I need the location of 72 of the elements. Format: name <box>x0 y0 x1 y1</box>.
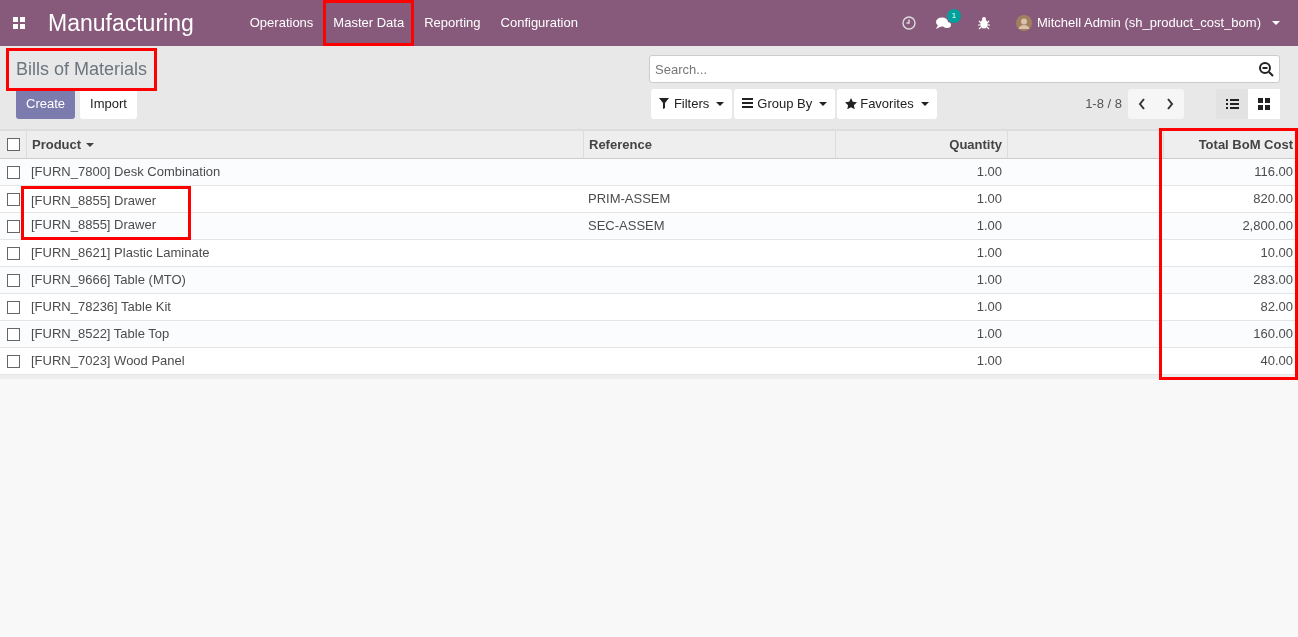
table-cell-text: 1.00 <box>976 298 1002 317</box>
table-cell-text: 1.00 <box>976 325 1002 344</box>
caret-icon <box>819 102 828 106</box>
list-lines-icon <box>742 98 755 110</box>
column-header[interactable]: Reference <box>583 131 835 158</box>
table-cell-text: 1.00 <box>976 244 1002 263</box>
table-cell-text: 82.00 <box>1260 298 1293 317</box>
table-cell-text: [FURN_8621] Plastic Laminate <box>31 244 210 263</box>
kanban-view-button[interactable] <box>1248 89 1280 119</box>
apps-grid-icon <box>13 17 25 29</box>
table-cell-text: 1.00 <box>976 163 1002 182</box>
table-cell-text: [FURN_7800] Desk Combination <box>31 163 221 182</box>
row-checkbox[interactable] <box>6 246 20 260</box>
table-cell-text: [FURN_7023] Wood Panel <box>31 352 185 371</box>
list-view-button[interactable] <box>1216 89 1248 119</box>
list-icon <box>1225 98 1239 110</box>
avatar-icon <box>1016 15 1032 31</box>
table-cell-text: 1.00 <box>976 217 1002 236</box>
chat-icon[interactable] <box>935 16 952 30</box>
menu-item[interactable]: Master Data <box>323 0 415 46</box>
grid-icon <box>1258 98 1270 110</box>
clock-icon[interactable] <box>902 16 916 30</box>
row-checkbox[interactable] <box>6 354 20 368</box>
table-cell-text: 1.00 <box>976 352 1002 371</box>
import-button[interactable]: Import <box>80 89 137 119</box>
bug-icon[interactable] <box>978 16 990 30</box>
user-menu-button[interactable]: Mitchell Admin (sh_product_cost_bom) <box>1016 13 1280 33</box>
menu-item[interactable]: Reporting <box>414 0 491 46</box>
chevron-right-icon <box>1166 98 1174 110</box>
table-cell-text: [FURN_9666] Table (MTO) <box>31 271 186 290</box>
table-cell-text: 1.00 <box>976 190 1002 209</box>
table-cell-text: 2,800.00 <box>1242 217 1293 236</box>
caret-icon <box>1272 21 1280 25</box>
filter-icon <box>658 98 671 110</box>
column-header[interactable]: Product <box>26 131 583 158</box>
row-checkbox[interactable] <box>6 165 20 179</box>
row-checkbox[interactable] <box>6 327 20 341</box>
table-cell-text: 160.00 <box>1253 325 1293 344</box>
column-header[interactable]: Quantity <box>835 131 1007 158</box>
table-cell-text: 40.00 <box>1260 352 1293 371</box>
row-checkbox[interactable] <box>6 300 20 314</box>
select-all-checkbox[interactable] <box>6 138 20 151</box>
menu-item[interactable]: Configuration <box>490 0 588 46</box>
filter-dropdown-button[interactable]: Group By <box>734 89 836 119</box>
table-cell-text: 10.00 <box>1260 244 1293 263</box>
table-cell-text: 1.00 <box>976 271 1002 290</box>
table-cell-text: PRIM-ASSEM <box>588 190 671 209</box>
pager-value: 1-8 / 8 <box>1085 95 1122 114</box>
search-field[interactable]: Search... <box>649 55 1280 83</box>
filter-dropdown-button[interactable]: Favorites <box>837 89 937 119</box>
table-cell-text: [FURN_78236] Table Kit <box>31 298 171 317</box>
app-title: Manufacturing <box>48 8 194 38</box>
row-checkbox[interactable] <box>6 192 20 206</box>
caret-icon <box>920 102 929 106</box>
menu-item[interactable]: Operations <box>239 0 324 46</box>
page-title: Bills of Materials <box>15 57 149 81</box>
column-header[interactable]: Total BoM Cost <box>1163 131 1298 158</box>
chevron-left-icon <box>1138 98 1146 110</box>
filter-dropdown-button[interactable]: Filters <box>650 89 733 119</box>
caret-icon <box>716 102 725 106</box>
row-checkbox[interactable] <box>6 273 20 287</box>
table-cell-text: 820.00 <box>1253 190 1293 209</box>
row-checkbox[interactable] <box>6 219 20 233</box>
sort-caret-icon <box>86 142 95 147</box>
table-cell-text: 283.00 <box>1253 271 1293 290</box>
star-icon <box>845 98 858 110</box>
create-button[interactable]: Create <box>16 89 76 119</box>
table-cell-text: 116.00 <box>1254 163 1293 182</box>
table-cell-text: SEC-ASSEM <box>588 217 665 236</box>
search-icon[interactable] <box>1259 62 1274 77</box>
table-cell-text: [FURN_8522] Table Top <box>31 325 170 344</box>
message-count-badge: 1 <box>947 9 961 23</box>
